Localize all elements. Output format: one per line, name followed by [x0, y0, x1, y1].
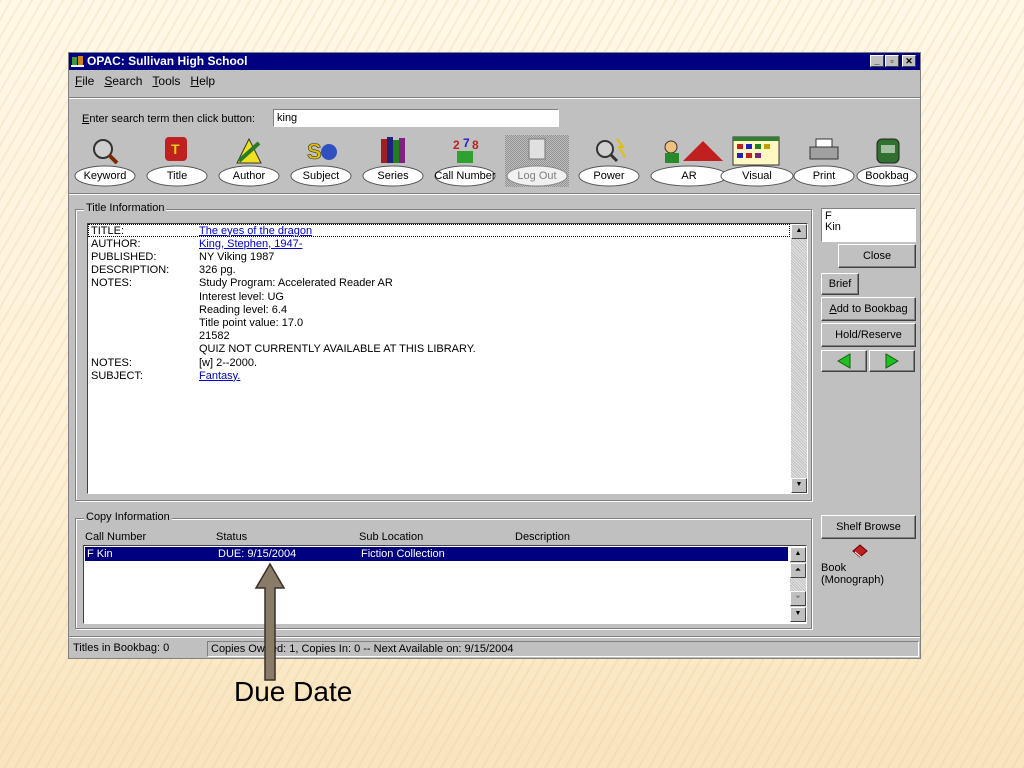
maximize-button[interactable]: ▫: [885, 55, 899, 67]
focus-row: [88, 224, 790, 237]
scroll-bottom-button[interactable]: ⏷: [790, 591, 806, 606]
menu-tools[interactable]: Tools: [152, 71, 180, 91]
menu-file[interactable]: File: [75, 71, 94, 91]
previous-button[interactable]: [821, 350, 867, 372]
title-info-label: Title Information: [84, 202, 167, 214]
book-icon: [852, 544, 868, 558]
left-arrow-icon: [837, 353, 851, 369]
ar-button[interactable]: AR: [649, 135, 729, 187]
column-status[interactable]: Status: [216, 531, 247, 543]
scroll-down-button[interactable]: ▼: [791, 478, 807, 493]
info-value: 326 pg.: [199, 264, 236, 277]
hold-reserve-button[interactable]: Hold/Reserve: [821, 323, 916, 347]
title-bar: OPAC: Sullivan High School _ ▫ ✕: [69, 53, 920, 70]
svg-text:2: 2: [453, 138, 460, 152]
shelf-browse-button[interactable]: Shelf Browse: [821, 515, 916, 539]
info-key: DESCRIPTION:: [91, 264, 170, 277]
subject-button[interactable]: S Subject: [289, 135, 353, 187]
title-button[interactable]: T Title: [145, 135, 209, 187]
divider: [69, 636, 920, 638]
scroll-top-button[interactable]: ⏶: [790, 563, 806, 578]
call-number-button[interactable]: 278 Call Number: [433, 135, 497, 187]
info-value: NY Viking 1987: [199, 250, 275, 263]
add-to-bookbag-button[interactable]: Add to Bookbag: [821, 297, 916, 321]
scroll-up-button[interactable]: ▲: [791, 224, 807, 239]
bookbag-button[interactable]: Bookbag: [855, 135, 919, 187]
power-button[interactable]: Power: [577, 135, 641, 187]
search-label: Enter search term then click button:: [82, 113, 256, 125]
menu-search[interactable]: Search: [104, 71, 142, 91]
info-key: PUBLISHED:: [91, 250, 157, 263]
info-value: [w] 2--2000.: [199, 356, 258, 369]
material-type: Book (Monograph): [821, 562, 884, 586]
info-key: TITLE:: [91, 224, 125, 237]
column-call-number[interactable]: Call Number: [85, 531, 146, 543]
window-title: OPAC: Sullivan High School: [87, 54, 248, 68]
opac-window: OPAC: Sullivan High School _ ▫ ✕ File Sea…: [68, 52, 921, 659]
divider: [69, 97, 920, 99]
minimize-button[interactable]: _: [870, 55, 884, 67]
annotation-label: Due Date: [234, 676, 353, 707]
info-value: Title point value: 17.0: [199, 316, 304, 329]
info-link[interactable]: Fantasy.: [199, 370, 240, 383]
keyword-button[interactable]: Keyword: [73, 135, 137, 187]
status-bar: Titles in Bookbag: 0 Copies Owned: 1, Co…: [69, 640, 920, 658]
next-button[interactable]: [869, 350, 915, 372]
log-out-button[interactable]: Log Out: [505, 135, 569, 187]
info-value: Reading level: 6.4: [199, 303, 288, 316]
print-button[interactable]: Print: [792, 135, 856, 187]
column-description[interactable]: Description: [515, 531, 570, 543]
copy-list: F Kin DUE: 9/15/2004 Fiction Collection …: [83, 545, 807, 624]
info-value: Study Program: Accelerated Reader AR: [199, 277, 393, 290]
copy-scrollbar[interactable]: ▲ ⏶ ⏷ ▼: [790, 547, 806, 622]
info-value: 21582: [199, 330, 230, 343]
visual-button[interactable]: Visual: [719, 135, 795, 187]
title-scrollbar[interactable]: ▲ ▼: [791, 224, 807, 493]
info-link[interactable]: King, Stephen, 1947-: [199, 238, 302, 251]
info-value: Interest level: UG: [199, 290, 284, 303]
svg-text:T: T: [171, 141, 180, 157]
copy-call-number: F Kin: [87, 548, 113, 560]
info-key: NOTES:: [91, 356, 132, 369]
column-sub-location[interactable]: Sub Location: [359, 531, 423, 543]
search-input[interactable]: [273, 109, 559, 127]
copy-info-label: Copy Information: [84, 511, 172, 523]
info-key: SUBJECT:: [91, 369, 143, 382]
scroll-up-button[interactable]: ▲: [790, 547, 806, 562]
info-key: NOTES:: [91, 277, 132, 290]
table-row[interactable]: F Kin DUE: 9/15/2004 Fiction Collection: [85, 547, 788, 561]
copy-status: DUE: 9/15/2004: [218, 548, 297, 560]
info-key: AUTHOR:: [91, 237, 141, 250]
close-button[interactable]: Close: [838, 244, 916, 268]
app-icon: [71, 56, 84, 67]
info-value: QUIZ NOT CURRENTLY AVAILABLE AT THIS LIB…: [199, 343, 476, 356]
annotation-arrow-icon: [254, 562, 286, 681]
status-copies: Copies Owned: 1, Copies In: 0 -- Next Av…: [207, 641, 919, 657]
author-button[interactable]: Author: [217, 135, 281, 187]
status-bookbag-count: Titles in Bookbag: 0: [73, 642, 170, 654]
svg-text:8: 8: [472, 138, 479, 152]
title-info-panel: TITLE: The eyes of the dragon AUTHOR: King,…: [87, 223, 808, 494]
series-button[interactable]: Series: [361, 135, 425, 187]
info-link[interactable]: The eyes of the dragon: [199, 225, 312, 238]
scroll-down-button[interactable]: ▼: [790, 607, 806, 622]
brief-button[interactable]: Brief: [821, 273, 859, 295]
divider: [69, 193, 920, 195]
call-number-box: F Kin: [821, 208, 916, 242]
menu-help[interactable]: Help: [190, 71, 215, 91]
copy-sub-location: Fiction Collection: [361, 548, 445, 560]
svg-text:S: S: [307, 139, 322, 164]
close-window-button[interactable]: ✕: [902, 55, 916, 67]
right-arrow-icon: [885, 353, 899, 369]
menu-bar: File Search Tools Help: [69, 71, 920, 91]
svg-text:7: 7: [463, 136, 470, 150]
